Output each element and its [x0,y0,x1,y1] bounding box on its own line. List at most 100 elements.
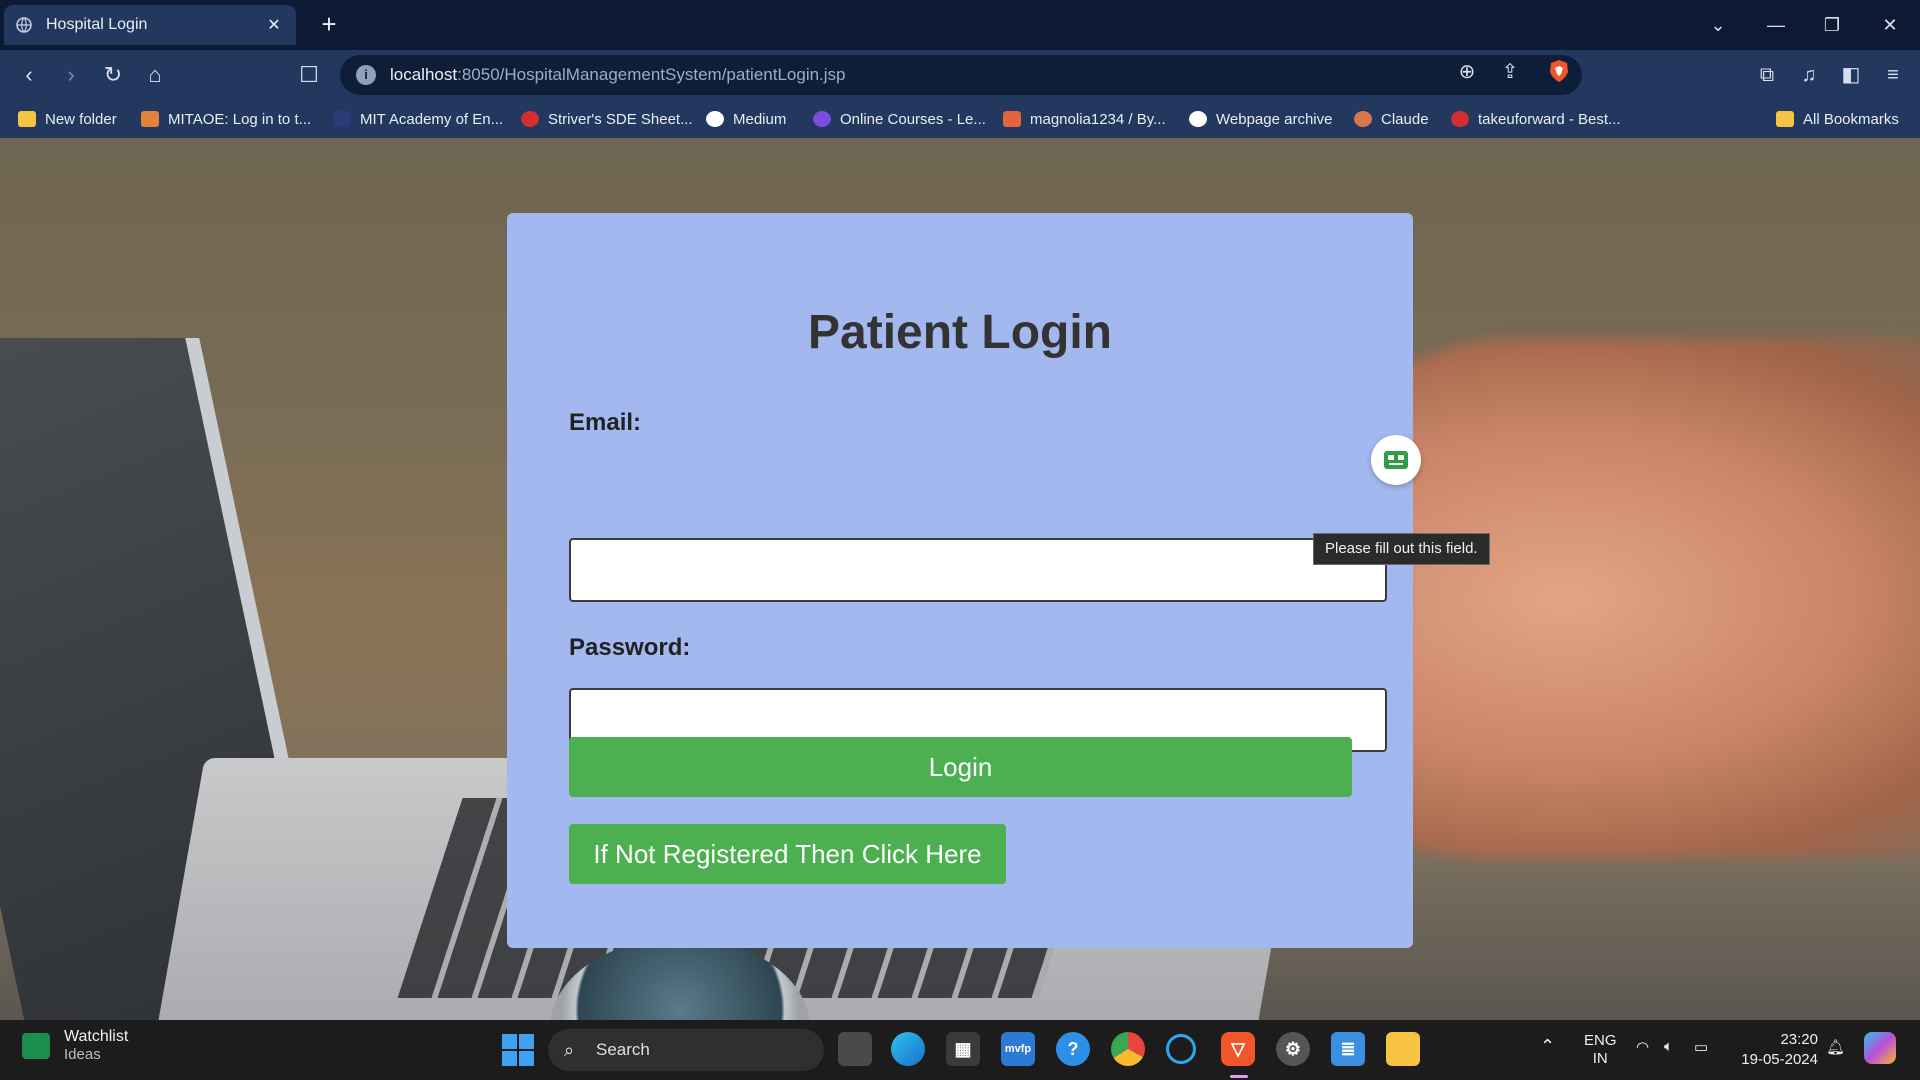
task-view-icon[interactable] [838,1032,872,1066]
bookmark-claude[interactable]: Claude [1354,109,1429,129]
folder-icon [18,111,36,127]
bookmark-label: Striver's SDE Sheet... [548,110,693,128]
email-label: Email: [569,409,642,436]
tray-chevron-icon[interactable]: ⌃ [1540,1036,1555,1057]
url-host: localhost [390,65,458,84]
file-explorer-icon[interactable] [1386,1032,1420,1066]
bookmark-label: New folder [45,110,117,128]
windows-logo-tile [502,1051,517,1066]
bookmark-label: MIT Academy of En... [360,110,504,128]
chrome-icon[interactable] [1111,1032,1145,1066]
sidebar-icon[interactable]: ◧ [1838,62,1864,88]
email-field[interactable] [569,538,1387,602]
courses-icon [813,111,831,127]
bookmark-all-bookmarks[interactable]: All Bookmarks [1776,109,1899,129]
tab-close-icon[interactable]: ✕ [264,15,284,35]
bookmarks-bar: New folder MITAOE: Log in to t... MIT Ac… [0,100,1920,138]
home-icon[interactable]: ⌂ [140,60,170,90]
bookmark-label: Webpage archive [1216,110,1333,128]
bookmark-label: Online Courses - Le... [840,110,986,128]
bookmark-mitaoe[interactable]: MITAOE: Log in to t... [141,109,311,129]
close-window-button[interactable]: ✕ [1870,8,1910,42]
tab-search-chevron-icon[interactable]: ⌄ [1698,8,1738,42]
tuf-icon [1451,111,1469,127]
notification-bell-icon[interactable]: 🔔︎ [1826,1038,1845,1056]
register-link-button[interactable]: If Not Registered Then Click Here [569,824,1006,884]
bookmark-icon[interactable]: ☐ [294,60,324,90]
help-icon[interactable]: ? [1056,1032,1090,1066]
bookmark-takeuforward[interactable]: takeuforward - Best... [1451,109,1621,129]
folder-icon [1776,111,1794,127]
clock-time: 23:20 [1780,1031,1818,1048]
zoom-icon[interactable]: ⊕ [1454,59,1480,85]
bookmark-mit-academy[interactable]: MIT Academy of En... [333,109,503,129]
bookmark-label: magnolia1234 / By... [1030,110,1166,128]
mvfp-icon[interactable]: mvfp [1001,1032,1035,1066]
edge-icon[interactable] [891,1032,925,1066]
browser-tab[interactable]: Hospital Login ✕ [4,5,296,45]
battery-icon[interactable]: ▭ [1694,1038,1708,1056]
back-button[interactable]: ‹ [14,60,44,90]
minimize-button[interactable]: — [1756,8,1796,42]
language-indicator[interactable]: ENG IN [1584,1032,1617,1068]
login-card: Patient Login Email: Password: Login If … [507,213,1413,948]
brave-icon[interactable]: ▽ [1221,1032,1255,1066]
mit-icon [333,111,351,127]
clock-date: 19-05-2024 [1741,1051,1818,1068]
bookmark-medium[interactable]: Medium [706,109,786,129]
volume-icon[interactable]: 🔈︎ [1664,1038,1673,1055]
windows-logo-tile [519,1034,534,1049]
restore-button[interactable]: ❐ [1812,8,1852,42]
language-code: ENG [1584,1032,1617,1049]
page-title: Patient Login [808,306,1112,359]
validation-tooltip: Please fill out this field. [1313,533,1490,565]
bookmark-magnolia[interactable]: magnolia1234 / By... [1003,109,1166,129]
watchlist-widget[interactable]: Watchlist Ideas [22,1028,128,1063]
widget-title: Watchlist [64,1028,129,1045]
page-viewport: Patient Login Email: Password: Login If … [0,138,1920,1020]
bookmark-new-folder[interactable]: New folder [18,109,117,129]
windows-logo-tile [519,1051,534,1066]
search-label: Search [596,1040,650,1059]
active-app-indicator [1230,1075,1248,1078]
brave-shields-icon[interactable] [1548,59,1570,83]
system-clock[interactable]: 23:20 19-05-2024 [1722,1030,1818,1070]
reload-icon[interactable]: ↻ [98,60,128,90]
region-code: IN [1592,1050,1608,1067]
microsoft-store-icon[interactable]: ▦ [946,1032,980,1066]
bookmark-webpage-archive[interactable]: Webpage archive [1189,109,1332,129]
notepad-icon[interactable]: ≣ [1331,1032,1365,1066]
bookmark-label: MITAOE: Log in to t... [168,110,312,128]
bookmark-striver[interactable]: Striver's SDE Sheet... [521,109,693,129]
forward-button[interactable]: › [56,60,86,90]
browser-toolbar: ‹ › ↻ ⌂ ☐ i localhost:8050/HospitalManag… [0,50,1920,100]
bookmark-online-courses[interactable]: Online Courses - Le... [813,109,986,129]
medium-icon [706,111,724,127]
settings-gear-icon[interactable]: ⚙ [1276,1032,1310,1066]
wifi-icon[interactable]: ◠ [1636,1038,1649,1056]
claude-icon [1354,111,1372,127]
gitlab-icon [1003,111,1021,127]
taskbar-search[interactable]: ⌕ Search [548,1029,824,1071]
password-manager-robot-icon [1384,451,1408,469]
cortana-icon[interactable] [1166,1034,1196,1064]
site-info-icon[interactable]: i [356,65,376,85]
login-button[interactable]: Login [569,737,1352,797]
password-manager-icon[interactable] [1371,435,1421,485]
stocks-icon [22,1032,50,1059]
copilot-icon[interactable] [1864,1032,1896,1064]
new-tab-button[interactable]: + [314,10,344,40]
bookmark-label: All Bookmarks [1803,110,1899,128]
share-icon[interactable]: ⇪ [1497,59,1523,85]
menu-icon[interactable]: ≡ [1880,62,1906,88]
address-bar[interactable]: i localhost:8050/HospitalManagementSyste… [340,55,1582,95]
archive-icon [1189,111,1207,127]
start-button[interactable] [502,1034,534,1066]
globe-icon [16,17,32,33]
bookmark-label: takeuforward - Best... [1478,110,1621,128]
url-text[interactable]: localhost:8050/HospitalManagementSystem/… [390,65,846,85]
media-icon[interactable]: ♫ [1796,62,1822,88]
windows-logo-tile [502,1034,517,1049]
extensions-icon[interactable]: ⧉ [1754,62,1780,88]
password-label: Password: [569,634,691,661]
